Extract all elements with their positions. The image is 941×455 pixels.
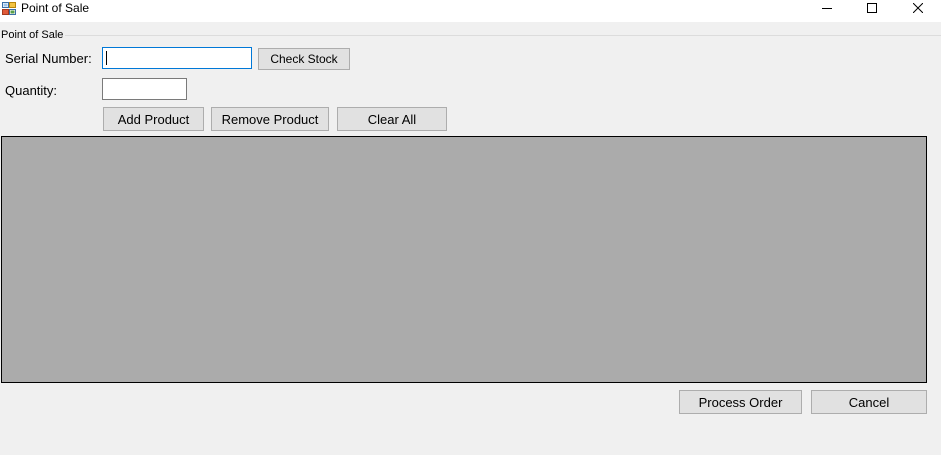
quantity-label: Quantity: [5, 83, 58, 98]
close-button[interactable] [895, 0, 941, 16]
group-label: Point of Sale [1, 29, 66, 41]
text-caret [106, 51, 107, 65]
serial-number-input[interactable] [102, 47, 252, 69]
minimize-icon [822, 3, 832, 13]
serial-number-label: Serial Number: [5, 51, 92, 66]
app-icon [2, 2, 16, 16]
check-stock-button[interactable]: Check Stock [258, 48, 350, 70]
add-product-button[interactable]: Add Product [103, 107, 204, 131]
group-border [60, 35, 941, 36]
maximize-button[interactable] [849, 0, 895, 16]
clear-all-button[interactable]: Clear All [337, 107, 447, 131]
order-items-grid[interactable] [1, 136, 927, 383]
maximize-icon [867, 3, 877, 13]
cancel-button[interactable]: Cancel [811, 390, 927, 414]
close-icon [913, 3, 923, 13]
point-of-sale-window: Point of Sale Point of Sale Serial Numbe… [0, 0, 941, 455]
window-title: Point of Sale [21, 1, 90, 15]
process-order-button[interactable]: Process Order [679, 390, 802, 414]
quantity-input[interactable] [102, 78, 187, 100]
title-bar[interactable]: Point of Sale [0, 0, 941, 22]
minimize-button[interactable] [804, 0, 850, 16]
remove-product-button[interactable]: Remove Product [211, 107, 329, 131]
